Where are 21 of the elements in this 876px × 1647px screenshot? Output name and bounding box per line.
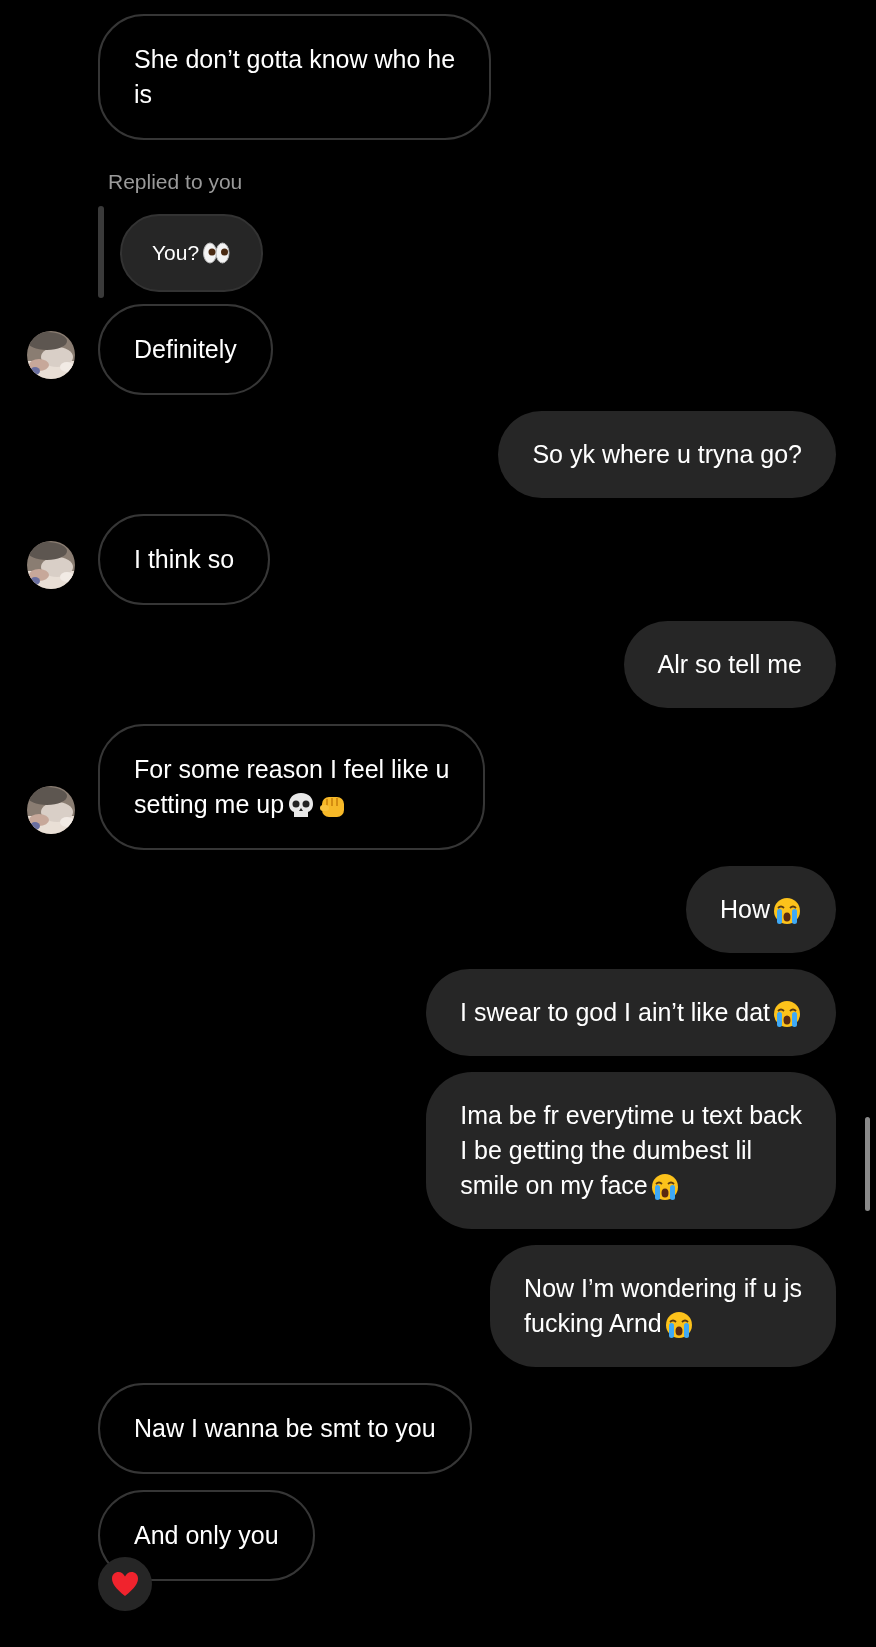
- message-bubble[interactable]: Ima be fr everytime u text back I be getting the dumbest lil smile on my face: [426, 1072, 836, 1229]
- message-bubble[interactable]: Definitely: [98, 304, 273, 395]
- scrollbar[interactable]: [865, 1117, 870, 1211]
- crying-emoji-icon: [772, 896, 802, 927]
- message-bubble[interactable]: So yk where u tryna go?: [498, 411, 836, 498]
- message-bubble[interactable]: How: [686, 866, 836, 953]
- message-bubble[interactable]: Alr so tell me: [623, 621, 836, 708]
- crying-emoji-icon: [772, 999, 802, 1030]
- message-bubble[interactable]: For some reason I feel like u setting me up: [98, 724, 486, 850]
- reaction-badge[interactable]: [98, 1557, 152, 1611]
- heart-icon: [110, 1569, 140, 1599]
- message-bubble[interactable]: I swear to god I ain’t like dat: [426, 969, 836, 1056]
- quoted-message[interactable]: You?: [120, 214, 264, 292]
- message-bubble[interactable]: She don’t gotta know who he is: [98, 14, 492, 140]
- crying-emoji-icon: [663, 1310, 694, 1341]
- reply-label: Replied to you: [107, 170, 244, 194]
- crying-emoji-icon: [649, 1172, 680, 1203]
- message-bubble[interactable]: I think so: [98, 514, 271, 605]
- message-bubble[interactable]: Now I’m wondering if u js fucking Arnd: [490, 1245, 836, 1367]
- message-bubble[interactable]: Naw I wanna be smt to you: [98, 1383, 472, 1474]
- message-bubble[interactable]: And only you: [98, 1490, 315, 1581]
